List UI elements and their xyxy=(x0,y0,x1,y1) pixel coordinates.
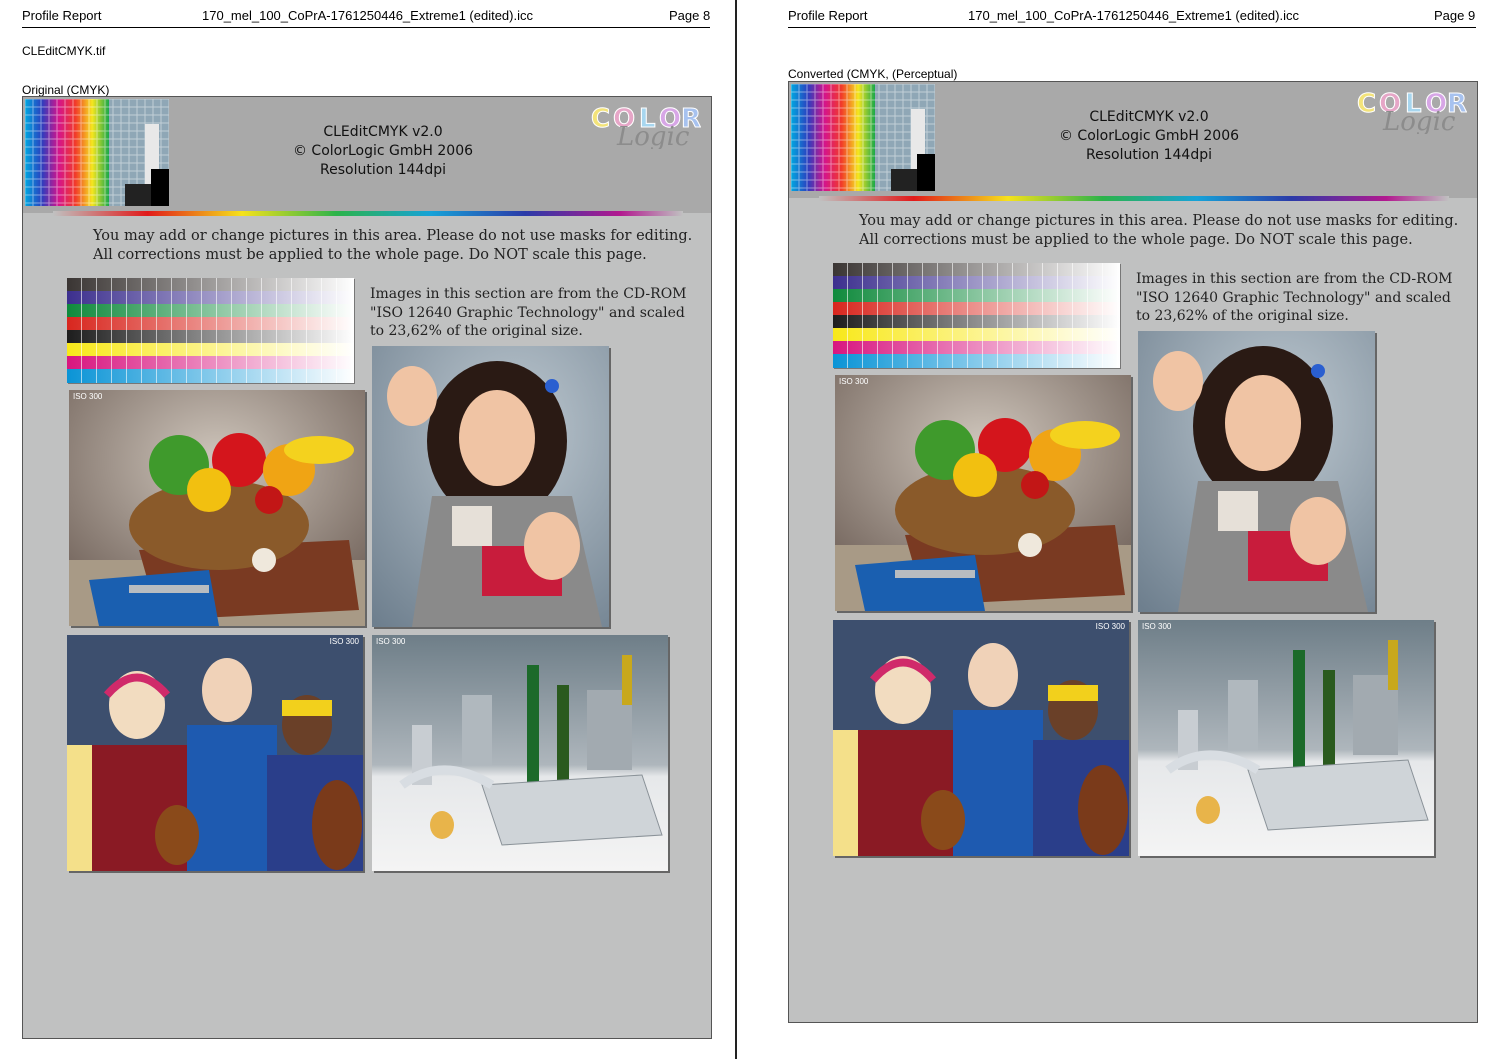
photo-musicians: ISO 300 xyxy=(67,635,363,871)
canvas-title-line: CLEditCMYK v2.0 xyxy=(323,124,443,140)
spectrum-bar xyxy=(819,196,1449,201)
test-chart-image xyxy=(25,99,169,206)
source-line: to 23,62% of the original size. xyxy=(1136,308,1349,324)
editing-note: You may add or change pictures in this a… xyxy=(859,212,1458,250)
canvas-copyright-line: © ColorLogic GmbH 2006 xyxy=(1058,128,1240,144)
images-source-note: Images in this section are from the CD-R… xyxy=(1136,270,1453,326)
test-chart-image xyxy=(791,84,935,191)
photo-portrait-girl xyxy=(372,346,609,627)
canvas-copyright-line: © ColorLogic GmbH 2006 xyxy=(292,143,474,159)
header-rule xyxy=(788,27,1476,28)
canvas-resolution-line: Resolution 144dpi xyxy=(320,162,446,178)
section-label: Converted (CMYK, (Perceptual) xyxy=(788,67,958,81)
report-page-9: Profile Report 170_mel_100_CoPrA-1761250… xyxy=(737,0,1500,1059)
editing-note: You may add or change pictures in this a… xyxy=(93,227,692,265)
photo-silverware: ISO 300 xyxy=(1138,620,1434,856)
source-line: Images in this section are from the CD-R… xyxy=(1136,271,1453,287)
note-line: You may add or change pictures in this a… xyxy=(859,213,1459,229)
photo-fruit-basket: ISO 300 xyxy=(835,375,1131,611)
header-page-number: Page 8 xyxy=(669,8,711,23)
header-center: 170_mel_100_CoPrA-1761250446_Extreme1 (e… xyxy=(968,8,1299,23)
file-label: CLEditCMYK.tif xyxy=(22,44,106,58)
iso-label: ISO 300 xyxy=(1095,622,1125,631)
header-center: 170_mel_100_CoPrA-1761250446_Extreme1 (e… xyxy=(202,8,533,23)
source-line: to 23,62% of the original size. xyxy=(370,323,583,339)
report-page-8: Profile Report 170_mel_100_CoPrA-1761250… xyxy=(0,0,735,1059)
note-line: All corrections must be applied to the w… xyxy=(859,232,1413,248)
images-source-note: Images in this section are from the CD-R… xyxy=(370,285,687,341)
canvas-title: CLEditCMYK v2.0 © ColorLogic GmbH 2006 R… xyxy=(1039,108,1259,165)
iso-label: ISO 300 xyxy=(73,392,103,401)
header-left: Profile Report xyxy=(22,8,102,23)
canvas-original: CLEditCMYK v2.0 © ColorLogic GmbH 2006 R… xyxy=(22,96,712,1039)
note-line: All corrections must be applied to the w… xyxy=(93,247,647,263)
source-line: "ISO 12640 Graphic Technology" and scale… xyxy=(1136,289,1451,306)
header-left: Profile Report xyxy=(788,8,868,23)
header-page-number: Page 9 xyxy=(1434,8,1476,23)
canvas-title-line: CLEditCMYK v2.0 xyxy=(1089,109,1209,125)
photo-fruit-basket: ISO 300 xyxy=(69,390,365,626)
color-scale-strip xyxy=(833,263,1120,368)
iso-label: ISO 300 xyxy=(329,637,359,646)
source-line: Images in this section are from the CD-R… xyxy=(370,286,687,302)
note-line: You may add or change pictures in this a… xyxy=(93,228,693,244)
svg-text:C: C xyxy=(1357,89,1376,119)
svg-text:Logic: Logic xyxy=(616,122,690,149)
spectrum-bar xyxy=(53,211,683,216)
source-line: "ISO 12640 Graphic Technology" and scale… xyxy=(370,304,685,321)
svg-text:Logic: Logic xyxy=(1382,107,1456,134)
banner: CLEditCMYK v2.0 © ColorLogic GmbH 2006 R… xyxy=(789,82,1477,198)
header-rule xyxy=(22,27,710,28)
colorlogic-logo: C O L O R Logic xyxy=(591,104,702,150)
iso-label: ISO 300 xyxy=(839,377,869,386)
color-scale-strip xyxy=(67,278,354,383)
canvas-resolution-line: Resolution 144dpi xyxy=(1086,147,1212,163)
colorlogic-logo: C O L O R Logic xyxy=(1357,89,1468,135)
iso-label: ISO 300 xyxy=(1142,622,1172,631)
section-label: Original (CMYK) xyxy=(22,83,110,97)
photo-silverware: ISO 300 xyxy=(372,635,668,871)
photo-portrait-girl xyxy=(1138,331,1375,612)
canvas-converted: CLEditCMYK v2.0 © ColorLogic GmbH 2006 R… xyxy=(788,81,1478,1023)
canvas-title: CLEditCMYK v2.0 © ColorLogic GmbH 2006 R… xyxy=(273,123,493,180)
iso-label: ISO 300 xyxy=(376,637,406,646)
svg-text:C: C xyxy=(591,104,610,134)
photo-musicians: ISO 300 xyxy=(833,620,1129,856)
banner: CLEditCMYK v2.0 © ColorLogic GmbH 2006 R… xyxy=(23,97,711,213)
